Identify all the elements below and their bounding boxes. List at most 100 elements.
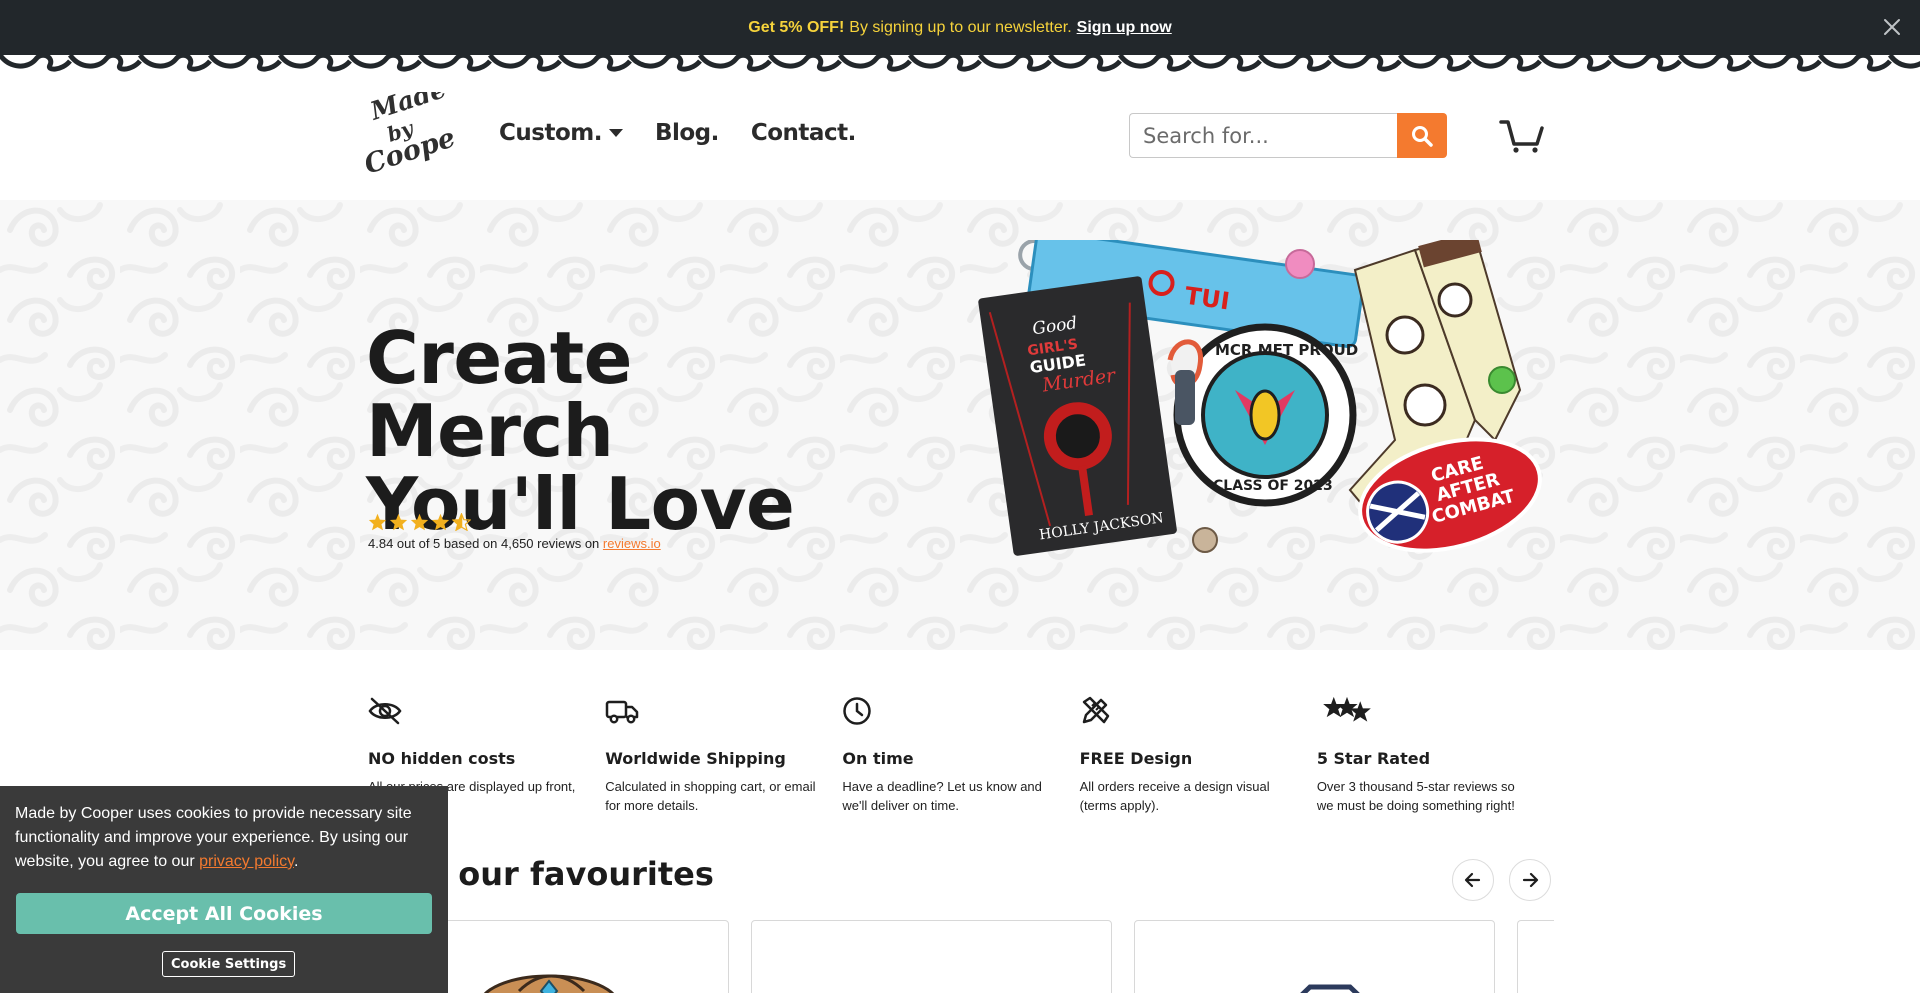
cookie-message: Made by Cooper uses cookies to provide n…	[15, 802, 425, 874]
truck-icon	[605, 700, 639, 724]
swirl-segment	[767, 55, 842, 72]
swirl-segment	[1047, 55, 1122, 72]
close-icon[interactable]	[1878, 13, 1906, 41]
feature-description: Over 3 thousand 5-star reviews so we mus…	[1316, 779, 1515, 813]
main-nav: Custom. Blog. Contact.	[499, 120, 856, 146]
swirl-segment	[207, 55, 282, 72]
arrow-right-icon	[1522, 872, 1539, 888]
feature-title: NO hidden costs	[368, 749, 516, 768]
swirl-segment	[1467, 55, 1542, 72]
shopping-cart-icon[interactable]	[1499, 118, 1545, 154]
rating-summary-text: 4.84 out of 5 based on 4,650 reviews on	[368, 536, 600, 551]
round-badge-illustration: MCR MET PROUD CLASS OF 2023	[1173, 323, 1358, 507]
swirl-segment	[1677, 55, 1752, 72]
newsletter-signup-link[interactable]: Sign up now	[1077, 19, 1172, 37]
hero-title: Create Merch You'll Love	[366, 322, 886, 541]
hero-title-line2: You'll Love	[366, 462, 795, 546]
decorative-swirl-strip	[0, 55, 1920, 72]
swirl-segment	[1257, 55, 1332, 72]
nav-contact[interactable]: Contact.	[751, 120, 856, 146]
swirl-segment	[1607, 55, 1682, 72]
hero-section: Create Merch You'll Love 4.84 out of 5 b…	[0, 200, 1920, 650]
swirl-segment	[837, 55, 912, 72]
swirl-segment	[1397, 55, 1472, 72]
merch-collage-image: TUI Good GIRL'S GUIDE Murder HOLLY JACKS…	[978, 240, 1542, 556]
reviews-io-link[interactable]: reviews.io	[603, 536, 661, 551]
swirl-segment	[1887, 55, 1920, 69]
arrow-left-icon	[1464, 872, 1481, 888]
product-image	[1300, 984, 1360, 993]
search-input[interactable]	[1129, 113, 1397, 158]
swirl-segment	[1187, 55, 1262, 72]
pink-pin-illustration	[1285, 249, 1315, 279]
swirl-segment	[557, 55, 632, 72]
swirl-segment	[137, 55, 212, 72]
swirl-segment	[417, 55, 492, 72]
green-pin-illustration	[1488, 366, 1516, 394]
svg-text:MCR MET PROUD: MCR MET PROUD	[1215, 341, 1358, 359]
swirl-segment	[67, 55, 142, 72]
hero-background-pattern	[0, 200, 1920, 650]
accept-all-cookies-button[interactable]: Accept All Cookies	[16, 893, 432, 934]
feature-description: Have a deadline? Let us know and we'll d…	[842, 779, 1042, 813]
feature-description: All orders receive a design visual (term…	[1079, 779, 1270, 813]
feature-worldwide-shipping: Worldwide Shipping Calculated in shoppin…	[605, 696, 842, 815]
swirl-segment	[487, 55, 562, 72]
announcement-text: By signing up to our newsletter.	[849, 18, 1072, 36]
design-tools-icon	[1082, 696, 1109, 724]
features-row: NO hidden costs All our prices are displ…	[368, 696, 1554, 815]
swirl-segment	[697, 55, 772, 72]
cookie-settings-button[interactable]: Cookie Settings	[162, 951, 296, 977]
star-icon	[389, 513, 408, 531]
red-patch-illustration: CARE AFTER COMBAT	[1358, 437, 1542, 553]
carousel-prev-button[interactable]	[1452, 859, 1494, 901]
swirl-segment	[1537, 55, 1612, 72]
made-by-cooper-logo[interactable]: Made by Cooper	[366, 92, 454, 182]
swirl-segment	[977, 55, 1052, 72]
feature-title: FREE Design	[1079, 749, 1193, 768]
hero-title-line1: Create Merch	[366, 316, 633, 473]
star-icon	[410, 513, 429, 531]
swirl-segment	[1327, 55, 1402, 72]
stars-icon	[1322, 696, 1371, 723]
search-button[interactable]	[1397, 113, 1447, 158]
swirl-segment	[277, 55, 352, 72]
nav-custom[interactable]: Custom.	[499, 120, 623, 146]
search-icon	[1412, 125, 1433, 147]
chevron-down-icon	[608, 129, 623, 137]
nav-custom-label: Custom.	[499, 120, 602, 146]
feature-five-star: 5 Star Rated Over 3 thousand 5-star revi…	[1317, 696, 1554, 815]
feature-free-design: FREE Design All orders receive a design …	[1080, 696, 1317, 815]
feature-title: 5 Star Rated	[1316, 749, 1431, 768]
feature-title: Worldwide Shipping	[605, 749, 786, 768]
search-bar	[1129, 113, 1447, 158]
product-card[interactable]	[751, 920, 1112, 993]
announcement-highlight: Get 5% OFF!	[748, 18, 845, 36]
swirl-segment	[907, 55, 982, 72]
feature-on-time: On time Have a deadline? Let us know and…	[842, 696, 1079, 815]
swirl-segment	[1817, 55, 1892, 72]
nav-blog-label: Blog.	[654, 120, 719, 146]
carousel-next-button[interactable]	[1509, 859, 1551, 901]
star-icon	[368, 513, 387, 531]
swirl-segment	[347, 55, 422, 72]
svg-text:CLASS OF 2023: CLASS OF 2023	[1213, 478, 1333, 494]
star-half-icon	[452, 513, 471, 531]
product-card[interactable]	[1517, 920, 1554, 993]
site-header: Made by Cooper Custom. Blog. Contact.	[0, 72, 1920, 200]
product-card[interactable]	[1134, 920, 1495, 993]
privacy-policy-link[interactable]: privacy policy	[199, 853, 294, 870]
star-icon	[431, 513, 450, 531]
swirl-segment	[627, 55, 702, 72]
swirl-segment	[1747, 55, 1822, 72]
announcement-bar: Get 5% OFF! By signing up to our newslet…	[0, 0, 1920, 55]
swirl-segment	[1117, 55, 1192, 72]
rating-summary: 4.84 out of 5 based on 4,650 reviews on …	[368, 536, 661, 551]
eye-slash-icon	[368, 697, 402, 725]
nav-contact-label: Contact.	[750, 120, 856, 146]
cookie-message-suffix: .	[293, 853, 299, 870]
nav-blog[interactable]: Blog.	[655, 120, 719, 146]
feature-title: On time	[842, 749, 914, 768]
rating-stars	[368, 513, 471, 531]
feature-description: Calculated in shopping cart, or email fo…	[605, 779, 816, 813]
